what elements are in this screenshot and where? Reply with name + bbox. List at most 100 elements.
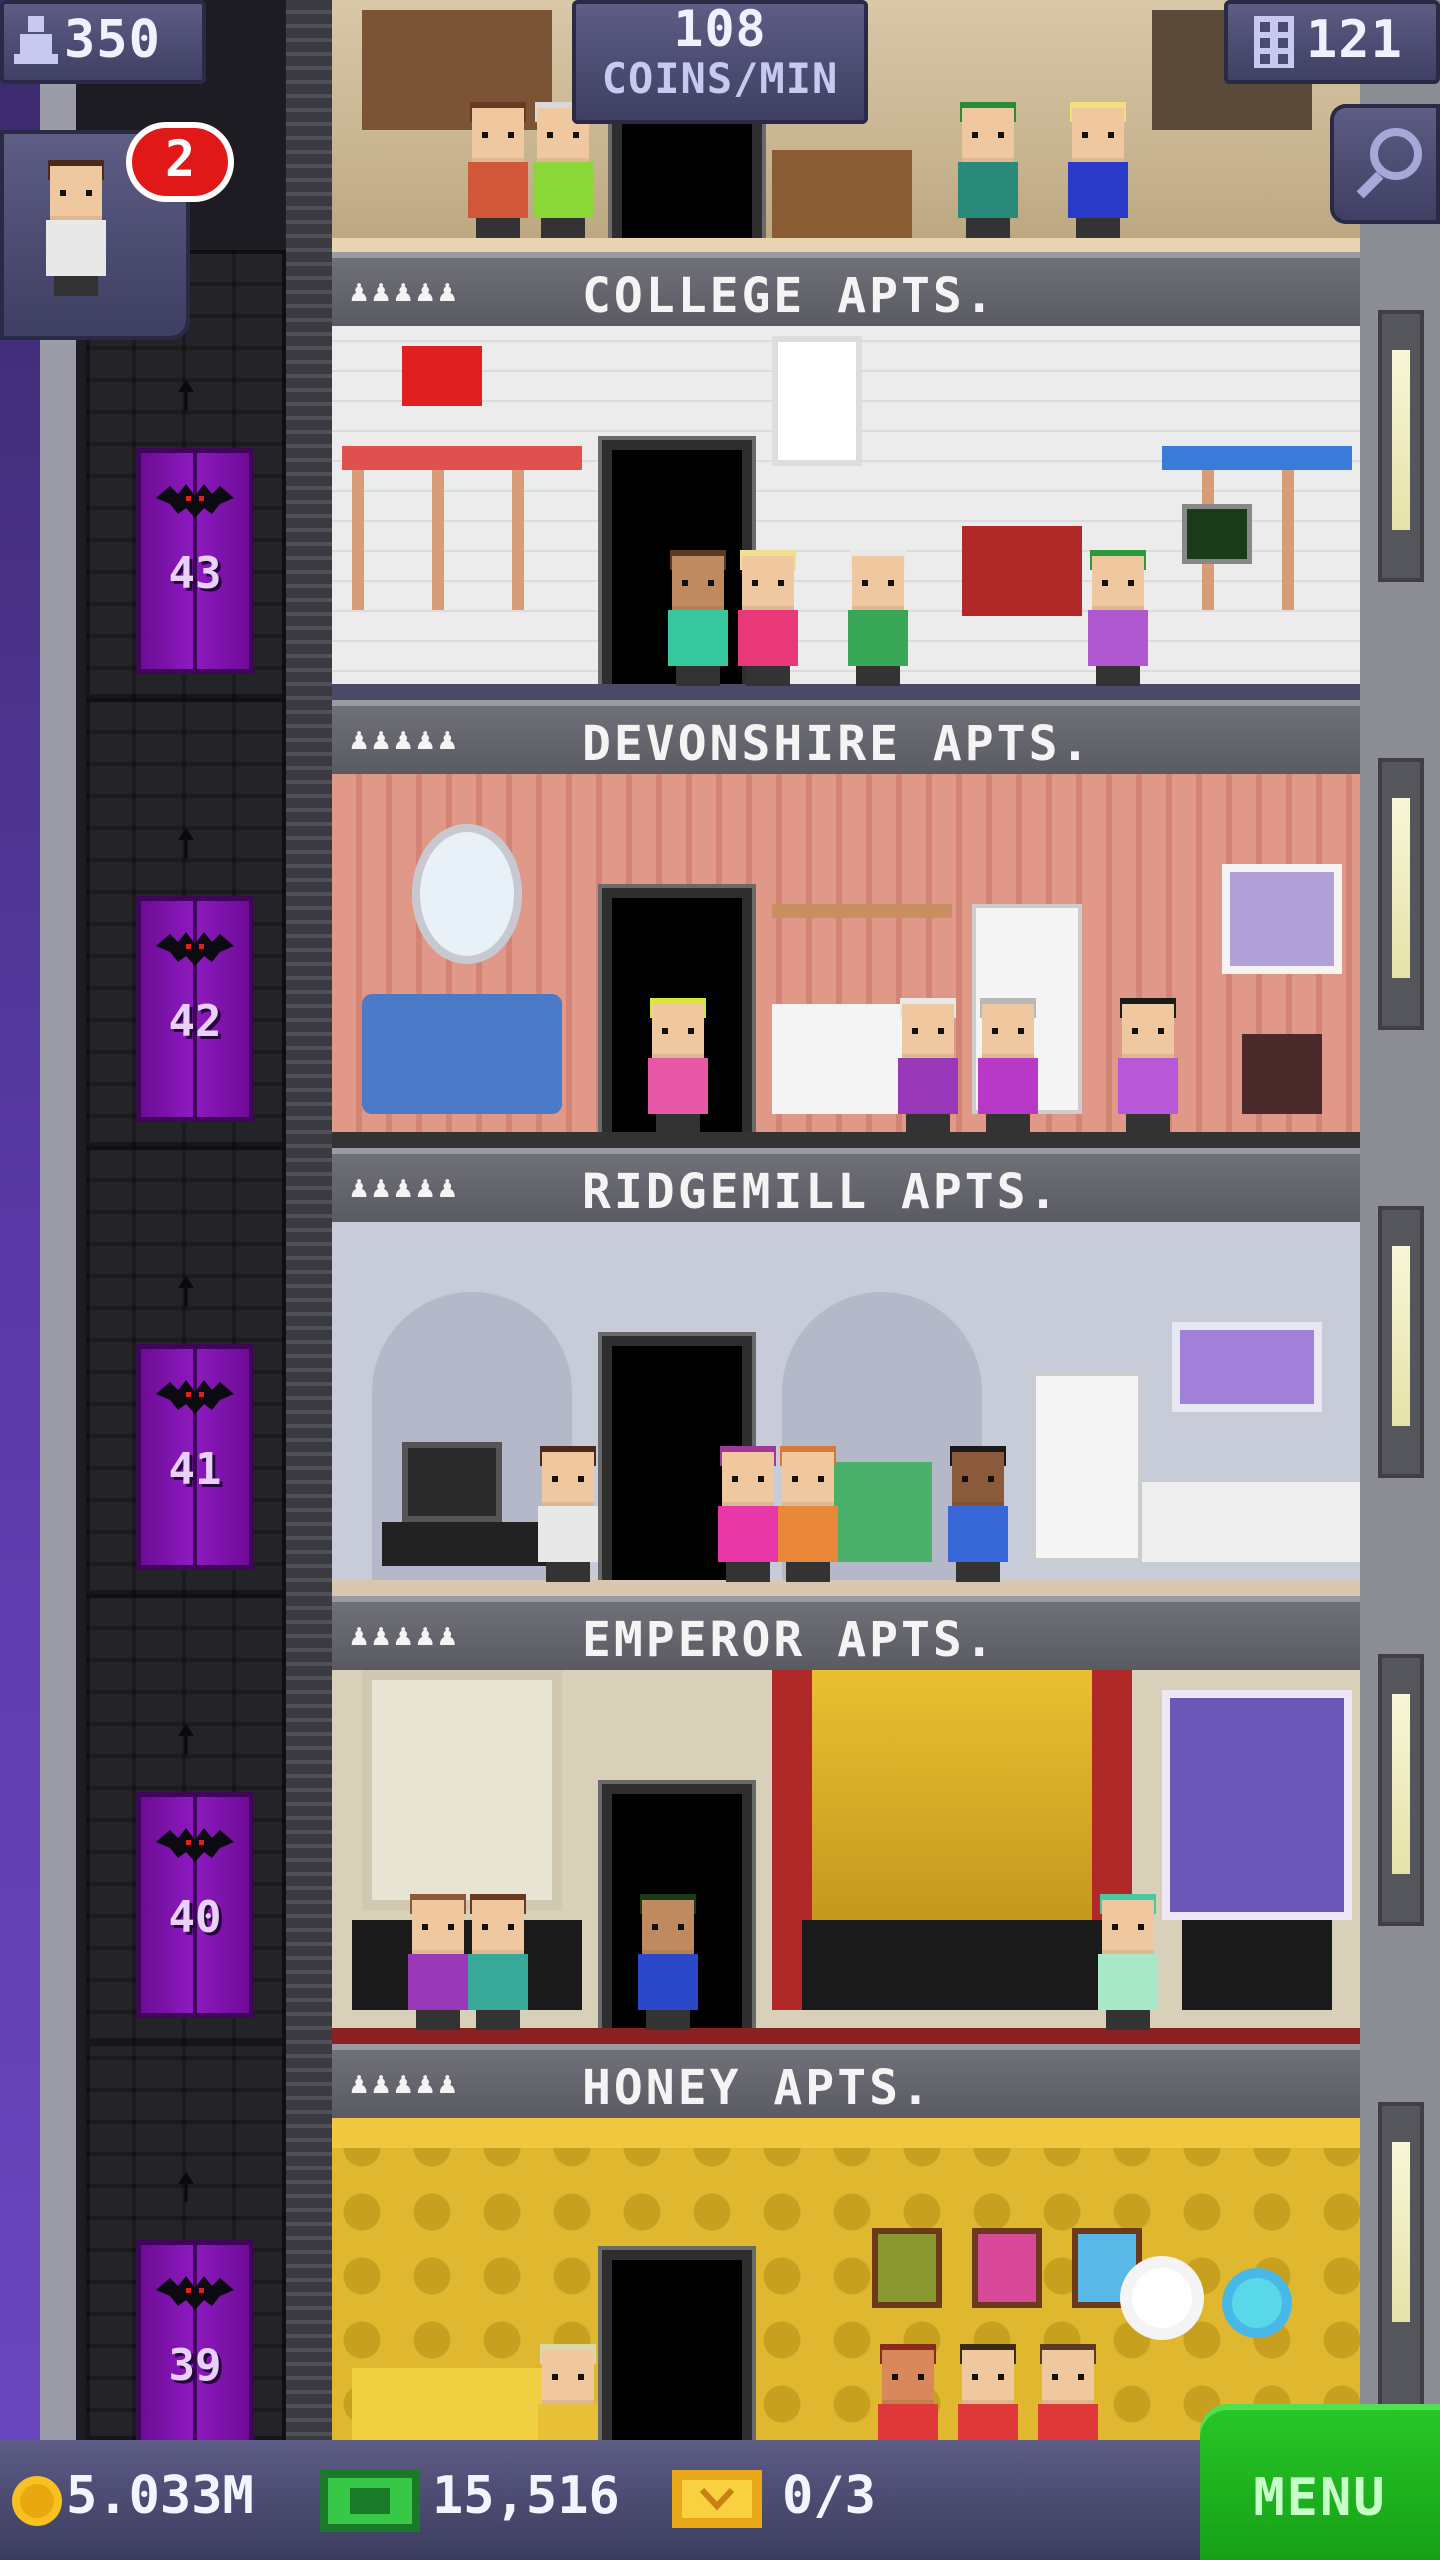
bed (802, 1920, 1102, 2010)
bitizen-avatar (40, 160, 112, 296)
window-light (1378, 1654, 1424, 1926)
resident-count-icons: ♟♟♟♟♟ (350, 274, 461, 309)
window (1222, 864, 1342, 974)
notification-badge[interactable]: 2 (126, 122, 234, 202)
elevator-floor-number: 39 (168, 2340, 222, 2391)
couch (362, 994, 562, 1114)
building-icon (1254, 16, 1294, 68)
coin-icon (12, 2476, 62, 2526)
wall-panel (362, 1670, 562, 1910)
resident[interactable] (772, 1446, 844, 1582)
resident[interactable] (732, 550, 804, 686)
elevator-car[interactable]: 43 (136, 448, 254, 674)
couch (352, 2368, 552, 2440)
person-icon (14, 16, 58, 64)
resident[interactable] (532, 2344, 604, 2440)
resident[interactable] (952, 2344, 1024, 2440)
population-counter[interactable]: 350 (0, 0, 206, 84)
floor-name: HONEY APTS. (582, 2060, 933, 2116)
floor-sign: ♟♟♟♟♟ EMPEROR APTS. (332, 1596, 1360, 1670)
nightstand (1182, 1920, 1332, 2010)
resident[interactable] (632, 1894, 704, 2030)
menu-button[interactable]: MENU (1200, 2404, 1440, 2560)
cabinet (772, 1004, 902, 1114)
flower-decor (1232, 2278, 1282, 2328)
floor-sign: ♟♟♟♟♟ RIDGEMILL APTS. (332, 1148, 1360, 1222)
room-door[interactable] (612, 2260, 742, 2440)
resident[interactable] (642, 998, 714, 1134)
resident[interactable] (892, 998, 964, 1134)
bux-icon (320, 2470, 420, 2532)
elevator-segment: 41 (86, 1146, 286, 1594)
side-table (1242, 1034, 1322, 1114)
resident[interactable] (527, 102, 599, 238)
coins-rate-value: 108 (673, 0, 767, 58)
resident[interactable] (462, 1894, 534, 2030)
resident[interactable] (972, 998, 1044, 1134)
resident[interactable] (1032, 2344, 1104, 2440)
bookshelf (962, 526, 1082, 616)
floor-devonshire-apts[interactable]: ♟♟♟♟♟ DEVONSHIRE APTS. (332, 700, 1360, 1148)
floor-emperor-apts[interactable]: ♟♟♟♟♟ EMPEROR APTS. (332, 1596, 1360, 2044)
bat-icon (156, 932, 234, 966)
floor-count-panel[interactable]: 121 (1224, 0, 1440, 84)
resident[interactable] (662, 550, 734, 686)
bat-icon (156, 1828, 234, 1862)
mirror (412, 824, 522, 964)
elevator-floor-number: 42 (168, 996, 222, 1047)
bat-icon (156, 1380, 234, 1414)
notification-count: 2 (164, 130, 196, 188)
elevator-segment: 40 (86, 1594, 286, 2042)
resident[interactable] (952, 102, 1024, 238)
loft-bed (342, 446, 582, 470)
room-interior (332, 1670, 1360, 2044)
resident[interactable] (872, 2344, 944, 2440)
population-value: 350 (64, 10, 161, 70)
room-interior (332, 326, 1360, 700)
elevator-car[interactable]: 41 (136, 1344, 254, 1570)
resident-count-icons: ♟♟♟♟♟ (350, 722, 461, 757)
ticket-icon (672, 2470, 762, 2528)
elevator-car[interactable]: 42 (136, 896, 254, 1122)
elevator-car[interactable]: 40 (136, 1792, 254, 2018)
elevator-floor-number: 41 (168, 1444, 222, 1495)
room-floor-strip (332, 238, 1360, 252)
resident[interactable] (842, 550, 914, 686)
resident[interactable] (1112, 998, 1184, 1134)
coins-rate-unit: COINS/MIN (601, 54, 839, 103)
wall-shelf (772, 904, 952, 918)
resident[interactable] (1062, 102, 1134, 238)
resident[interactable] (462, 102, 534, 238)
resident-count-icons: ♟♟♟♟♟ (350, 1170, 461, 1205)
tickets-count: 0/3 (782, 2466, 876, 2526)
floor-college-apts[interactable]: ♟♟♟♟♟ COLLEGE APTS. (332, 252, 1360, 700)
menu-label: MENU (1253, 2468, 1387, 2528)
pennant-flag (402, 346, 482, 406)
elevator-car[interactable]: 39 (136, 2240, 254, 2466)
resident[interactable] (1082, 550, 1154, 686)
room-interior (332, 2118, 1360, 2440)
computer (1182, 504, 1252, 564)
room-interior (332, 774, 1360, 1148)
floor-honey-apts[interactable]: ♟♟♟♟♟ HONEY APTS. (332, 2044, 1360, 2440)
window (1162, 1690, 1352, 1920)
search-button[interactable] (1330, 104, 1440, 224)
floor-name: RIDGEMILL APTS. (582, 1164, 1061, 1220)
elevator-segment: 42 (86, 698, 286, 1146)
tv (402, 1442, 502, 1522)
resident[interactable] (942, 1446, 1014, 1582)
bux-balance: 15,516 (432, 2466, 620, 2526)
bee-picture (972, 2228, 1042, 2308)
floor-name: EMPEROR APTS. (582, 1612, 997, 1668)
elevator-segment: 39 (86, 2042, 286, 2466)
room-door[interactable] (622, 122, 752, 242)
resident[interactable] (1092, 1894, 1164, 2030)
resident[interactable] (532, 1446, 604, 1582)
window-light (1378, 758, 1424, 1030)
poster (772, 336, 862, 466)
floor-ridgemill-apts[interactable]: ♟♟♟♟♟ RIDGEMILL APTS. (332, 1148, 1360, 1596)
elevator-floor-number: 40 (168, 1892, 222, 1943)
floor-sign: ♟♟♟♟♟ COLLEGE APTS. (332, 252, 1360, 326)
floor-sign: ♟♟♟♟♟ DEVONSHIRE APTS. (332, 700, 1360, 774)
flower-decor (1132, 2268, 1192, 2328)
